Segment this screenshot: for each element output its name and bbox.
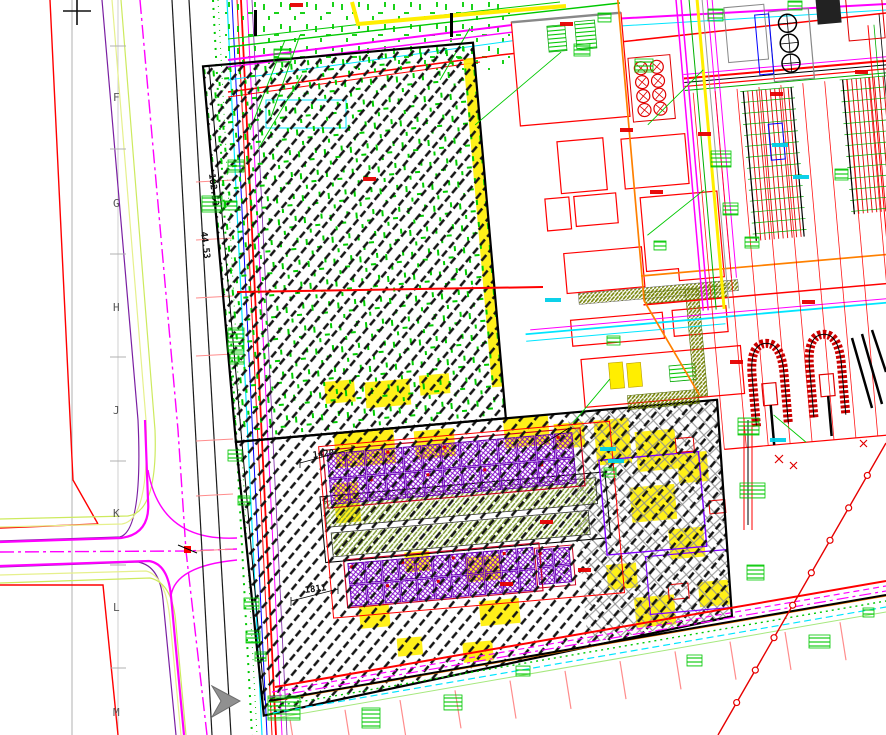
equipment-tag-label xyxy=(516,666,530,676)
red-micro-label xyxy=(500,582,513,586)
red-micro-label xyxy=(578,568,591,572)
dimension-label: 44.53 xyxy=(198,231,211,259)
equipment-tag-label xyxy=(654,241,666,250)
grid-row-letter: K xyxy=(113,507,120,520)
equipment-tag-label xyxy=(202,196,222,212)
mouse-cursor-arrow[interactable] xyxy=(212,686,240,717)
grid-row-letter: L xyxy=(113,601,120,614)
equipment-tag-label xyxy=(635,59,653,72)
survey-tick xyxy=(510,681,516,719)
fence-post xyxy=(752,667,758,673)
equipment-tag-label xyxy=(687,655,702,666)
equipment-tag-label xyxy=(809,635,830,648)
site-boundary-red-line xyxy=(0,0,118,735)
equipment-tag-label xyxy=(268,696,300,720)
equipment-tag-label xyxy=(244,598,259,609)
fence-post xyxy=(864,472,870,478)
red-micro-label xyxy=(770,92,783,96)
pipe-racks xyxy=(740,75,886,241)
equipment-tag-label xyxy=(747,565,764,580)
equipment-tag-label xyxy=(224,201,237,210)
survey-tick xyxy=(345,710,351,735)
equipment-tag-label xyxy=(723,203,738,215)
survey-tick xyxy=(785,632,791,670)
survey-tick xyxy=(840,622,846,660)
equipment-tag-label xyxy=(274,49,291,62)
equipment-tag-label xyxy=(708,9,723,21)
equipment-tag-label xyxy=(574,44,590,56)
red-micro-label xyxy=(802,300,815,304)
cyan-micro-label xyxy=(770,438,786,442)
equipment-tag-label xyxy=(788,1,802,10)
equipment-tag-label xyxy=(238,496,250,505)
buildings xyxy=(511,5,747,411)
cyan-micro-label xyxy=(545,298,561,302)
red-micro-label xyxy=(855,70,868,74)
equipment-tag-label xyxy=(598,13,611,22)
cyan-micro-label xyxy=(600,447,616,451)
red-micro-label xyxy=(698,132,711,136)
site-plan-drawing: FGHJKLM14201811182.5244.53 xyxy=(0,0,886,735)
survey-tick xyxy=(675,651,681,689)
red-micro-label xyxy=(620,128,633,132)
survey-tick xyxy=(620,661,626,699)
survey-tick xyxy=(400,700,406,735)
crosshair-marker xyxy=(63,0,91,25)
rail-siding xyxy=(852,330,886,408)
grid-row-letter: M xyxy=(113,706,120,719)
fence-post xyxy=(827,537,833,543)
red-micro-label xyxy=(730,360,743,364)
equipment-tag-label xyxy=(745,237,759,248)
equipment-tag-label xyxy=(362,708,380,728)
equipment-tag-label xyxy=(711,151,731,167)
red-micro-label xyxy=(560,22,573,26)
survey-tick xyxy=(565,671,571,709)
equipment-tag-label xyxy=(738,418,759,435)
cyan-micro-label xyxy=(608,459,624,463)
red-x-markers xyxy=(775,440,867,469)
equipment-tag-label xyxy=(444,695,462,710)
equipment-tag-label xyxy=(230,354,244,364)
survey-tick xyxy=(290,720,296,735)
equipment-tag-label xyxy=(255,652,266,661)
grid-row-letter: F xyxy=(113,91,120,104)
equipment-tag-label xyxy=(246,631,260,643)
fence-post xyxy=(808,570,814,576)
equipment-tag-label xyxy=(228,450,242,461)
grid-row-letter: H xyxy=(113,301,120,314)
equipment-tag-label xyxy=(604,468,616,477)
equipment-tag-label xyxy=(835,169,848,180)
cyan-micro-label xyxy=(772,143,788,147)
red-micro-label xyxy=(363,177,376,181)
cyan-micro-label xyxy=(793,175,809,179)
equipment-tag-label xyxy=(863,608,874,617)
plant-area xyxy=(200,0,886,716)
equipment-tag-label xyxy=(607,336,620,345)
cad-viewport[interactable]: FGHJKLM14201811182.5244.53 xyxy=(0,0,886,735)
road-centerline xyxy=(0,0,237,735)
grid-row-letter: J xyxy=(113,404,120,417)
fence-post xyxy=(771,635,777,641)
fence-post xyxy=(734,700,740,706)
equipment-tag-label xyxy=(228,160,244,172)
red-micro-label xyxy=(290,3,303,7)
parcel-a-hatch xyxy=(203,43,506,442)
equipment-tag-label xyxy=(740,483,765,498)
survey-tick xyxy=(730,642,736,680)
red-micro-label xyxy=(540,520,553,524)
red-micro-label xyxy=(650,190,663,194)
equipment-tag-label xyxy=(228,328,244,352)
fence-post xyxy=(790,602,796,608)
fence-post xyxy=(846,505,852,511)
grid-row-letter: G xyxy=(113,197,120,210)
